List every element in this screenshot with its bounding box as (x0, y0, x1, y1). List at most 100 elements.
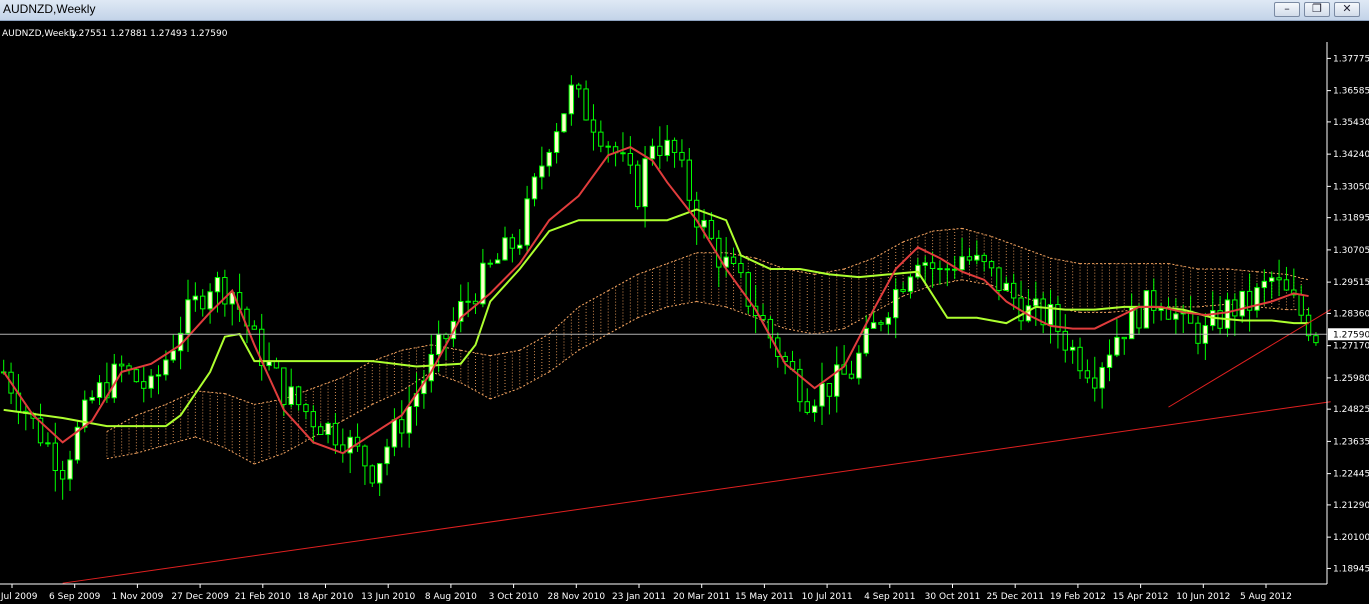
minimize-button[interactable]: – (1274, 2, 1300, 17)
candle-bull (870, 322, 877, 329)
time-tick-label: 23 Jan 2011 (612, 592, 666, 602)
candle-bear (826, 383, 833, 397)
candle-bear (1298, 294, 1304, 316)
candle-bull (170, 350, 176, 361)
time-tick-label: 18 Apr 2010 (298, 592, 354, 602)
price-tick-label: 1.30705 (1333, 246, 1369, 256)
candle-bull (1158, 307, 1164, 311)
price-tick-label: 1.18945 (1333, 564, 1369, 574)
price-chart[interactable]: 1.37775 1.36585 1.35430 1.34240 1.33050 1.318… (0, 21, 1369, 604)
candle-bull (192, 295, 199, 301)
candle-bear (1305, 314, 1312, 337)
candle-bear (200, 295, 206, 310)
time-tick-label: 8 Aug 2010 (425, 592, 477, 602)
cloud-edge (342, 403, 373, 422)
candle-bull (959, 256, 965, 271)
candle-bear (1077, 346, 1083, 372)
candle-bear (1283, 279, 1290, 291)
candle-bull (863, 327, 869, 354)
candle-bull (1173, 313, 1179, 320)
price-tick-label: 1.35430 (1333, 118, 1369, 128)
candle-bull (1224, 299, 1231, 329)
cloud-edge (519, 333, 550, 351)
cloud-edge (165, 390, 196, 405)
candle-bear (369, 465, 375, 484)
candle-bull (163, 359, 169, 376)
candle-bear (362, 445, 368, 467)
candle-bear (686, 159, 693, 201)
candle-bull (885, 317, 892, 325)
candle-bear (679, 151, 685, 161)
time-tick-label: 28 Nov 2010 (547, 592, 605, 602)
time-tick-label: 1 Nov 2009 (111, 592, 163, 602)
candle-bull (819, 383, 825, 407)
close-button[interactable]: ✕ (1334, 2, 1360, 17)
time-tick-label: 3 Oct 2010 (489, 592, 539, 602)
trendline (62, 401, 1331, 584)
candle-bear (295, 386, 302, 406)
candle-bear (118, 363, 125, 367)
candle-bear (937, 267, 943, 270)
candle-bull (155, 374, 162, 377)
candle-bear (1195, 322, 1201, 344)
time-tick-label: 20 Mar 2011 (673, 592, 730, 602)
candle-bull (856, 352, 862, 379)
cloud-edge (873, 241, 904, 259)
candle-bull (1033, 298, 1039, 307)
cloud-edge (372, 390, 402, 405)
candle-bull (325, 422, 331, 436)
candle-bear (141, 381, 147, 389)
candle-bull (89, 396, 95, 401)
candle-bear (804, 401, 810, 413)
candle-bear (627, 152, 634, 166)
time-tick-label: 5 Aug 2012 (1240, 592, 1292, 602)
candle-bull (893, 289, 899, 319)
candle-bear (133, 369, 140, 383)
candle-bull (517, 244, 523, 249)
candle-bear (1313, 335, 1319, 344)
candle-bear (281, 367, 287, 405)
candle-bull (1069, 346, 1076, 351)
chart-axes: 1.37775 1.36585 1.35430 1.34240 1.33050 1.318… (0, 42, 1369, 602)
price-tick-label: 1.37775 (1333, 54, 1369, 64)
time-tick-label: 10 Jun 2012 (1176, 592, 1230, 602)
candle-bull (907, 276, 914, 292)
candle-bull (207, 291, 213, 310)
candle-bull (1254, 287, 1260, 311)
last-price-label: 1.27590 (1333, 330, 1369, 340)
price-tick-label: 1.24825 (1333, 405, 1369, 415)
cloud-edge (1050, 257, 1081, 265)
price-tick-label: 1.28360 (1333, 309, 1369, 319)
price-tick-label: 1.27170 (1333, 342, 1369, 352)
candle-bear (944, 268, 951, 271)
candle-bull (465, 300, 471, 303)
cloud-edge (106, 414, 137, 432)
time-tick-label: 6 Sep 2009 (49, 592, 101, 602)
time-tick-label: 25 Dec 2011 (986, 592, 1044, 602)
candle-bear (509, 237, 516, 249)
candle-bear (487, 262, 493, 265)
cloud-edge (1286, 273, 1309, 281)
candle-bear (332, 422, 339, 446)
candle-bull (922, 262, 928, 266)
candle-bull (384, 446, 390, 465)
candle-bear (1276, 277, 1282, 281)
candle-bull (96, 382, 103, 398)
candle-bull (539, 165, 545, 178)
candle-bull (1143, 290, 1150, 329)
cloud-edge (342, 360, 373, 378)
candle-bear (900, 289, 906, 292)
candle-bear (583, 88, 589, 121)
maximize-button[interactable]: ❐ (1304, 2, 1330, 17)
price-tick-label: 1.34240 (1333, 150, 1369, 160)
window-titlebar[interactable]: AUDNZD,Weekly – ❐ ✕ (0, 0, 1369, 21)
cloud-edge (607, 273, 638, 292)
candle-bear (620, 152, 626, 155)
candle-bear (273, 360, 280, 369)
candle-bull (524, 198, 530, 246)
candle-bear (671, 139, 678, 153)
price-tick-label: 1.36585 (1333, 87, 1369, 97)
candle-bear (399, 419, 405, 434)
cloud-edge (519, 371, 550, 389)
time-tick-label: 30 Oct 2011 (925, 592, 981, 602)
